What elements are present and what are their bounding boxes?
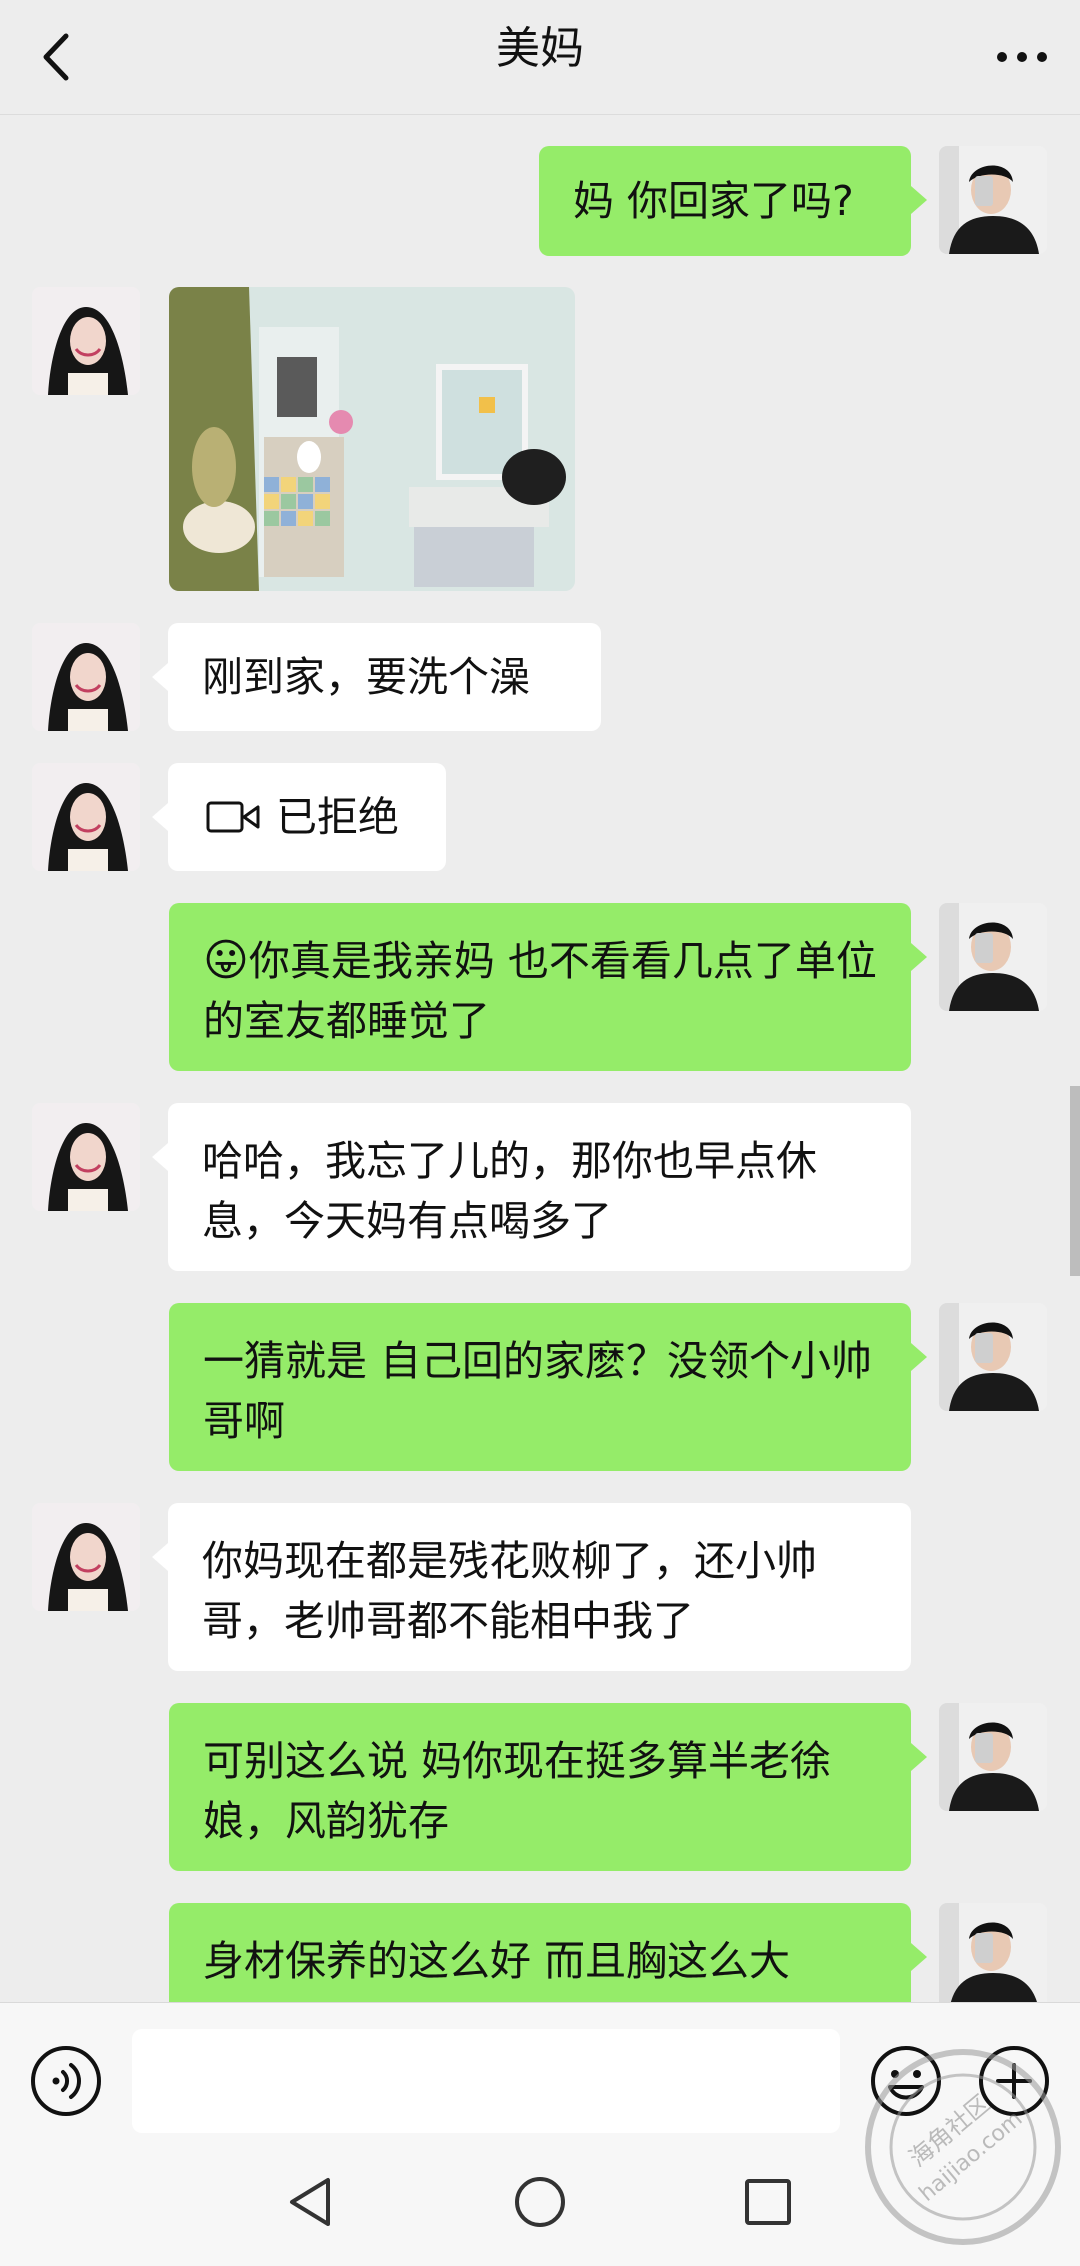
my-avatar[interactable] [939,146,1047,254]
nav-recent-icon [745,2179,791,2225]
message-bubble-outgoing[interactable]: 可别这么说 妈你现在挺多算半老徐娘，风韵犹存 [169,1703,927,1871]
message-text: 可别这么说 妈你现在挺多算半老徐娘，风韵犹存 [203,1737,832,1845]
message-bubble-incoming[interactable]: 刚到家，要洗个澡 [152,623,601,731]
contact-avatar[interactable] [32,763,140,871]
message-text: 你真是我亲妈 也不看看几点了单位的室友都睡觉了 [203,937,877,1045]
message-bubble-outgoing[interactable]: 一猜就是 自己回的家麽？没领个小帅哥啊 [169,1303,927,1471]
nav-home-button[interactable] [510,2172,570,2232]
contact-avatar[interactable] [32,623,140,731]
nav-back-icon [290,2178,330,2226]
voice-input-button[interactable] [28,2043,104,2119]
message-text: 哈哈，我忘了儿的，那你也早点休息，今天妈有点喝多了 [202,1137,817,1245]
video-call-icon [206,801,260,833]
nav-back-button[interactable] [282,2172,342,2232]
message-text: 你妈现在都是残花败柳了，还小帅哥，老帅哥都不能相中我了 [202,1537,817,1645]
message-input[interactable] [132,2029,840,2133]
nav-recent-apps-button[interactable] [738,2172,798,2232]
more-icon [997,52,1047,62]
message-text: 刚到家，要洗个澡 [202,653,530,701]
voice-icon [31,2046,101,2116]
bathroom-photo [169,287,575,591]
message-bubble-outgoing[interactable]: 妈 你回家了吗? [539,146,927,256]
contact-avatar[interactable] [32,1503,140,1611]
scrollbar-thumb[interactable] [1070,1086,1080,1276]
message-bubble-incoming[interactable]: 哈哈，我忘了儿的，那你也早点休息，今天妈有点喝多了 [152,1103,911,1271]
chat-header: 美妈 [0,0,1080,115]
message-text: 妈 你回家了吗? [573,177,854,225]
my-avatar[interactable] [939,1303,1047,1411]
tongue-emoji-icon: 😛 [203,935,249,986]
my-avatar[interactable] [939,1903,1047,2011]
call-status-text: 已拒绝 [276,793,399,841]
message-text: 身材保养的这么好 而且胸这么大 [203,1937,791,1985]
shared-photo[interactable] [169,287,575,591]
contact-avatar[interactable] [32,287,140,395]
message-bubble-outgoing[interactable]: 😛你真是我亲妈 也不看看几点了单位的室友都睡觉了 [169,903,927,1071]
watermark-logo: 海角社区 haijiao.com [858,2042,1068,2252]
message-bubble-incoming[interactable]: 你妈现在都是残花败柳了，还小帅哥，老帅哥都不能相中我了 [152,1503,911,1671]
more-button[interactable] [982,22,1062,92]
my-avatar[interactable] [939,1703,1047,1811]
my-avatar[interactable] [939,903,1047,1011]
call-record-bubble[interactable]: 已拒绝 [152,763,446,871]
contact-avatar[interactable] [32,1103,140,1211]
nav-home-icon [515,2177,565,2227]
message-text: 一猜就是 自己回的家麽？没领个小帅哥啊 [203,1337,873,1445]
chat-title: 美妈 [496,23,584,74]
